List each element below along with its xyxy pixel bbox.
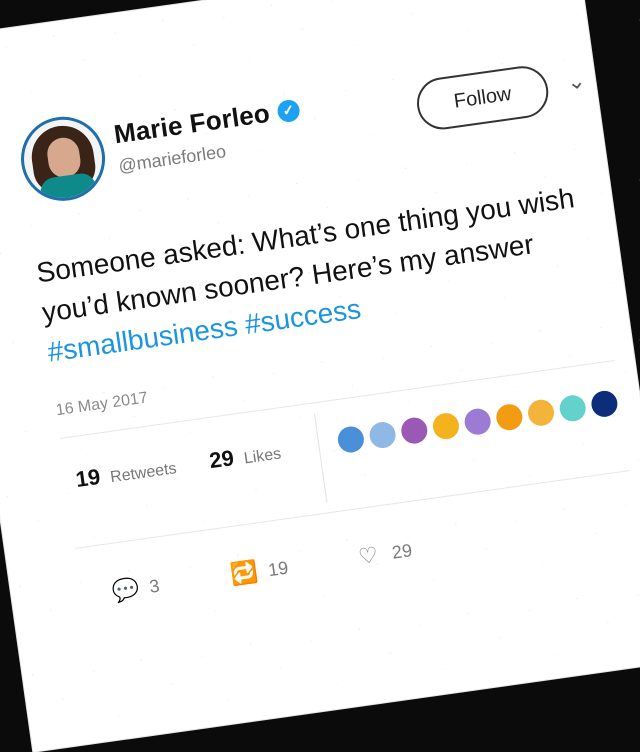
retweet-count: 19: [266, 557, 290, 580]
retweets-stat[interactable]: 19 Retweets: [74, 453, 178, 493]
tweet-card: Marie Forleo ✓ @marieforleo Follow ⌄ Som…: [0, 0, 640, 752]
likes-label: Likes: [242, 445, 283, 468]
liker-avatar-2[interactable]: [367, 420, 398, 450]
retweet-action[interactable]: 🔁 19: [229, 554, 290, 590]
liker-avatar-8[interactable]: [558, 393, 588, 423]
like-count: 29: [390, 539, 414, 563]
liker-avatar-7[interactable]: [526, 398, 556, 428]
liker-avatar-5[interactable]: [462, 406, 493, 437]
liker-avatar-1[interactable]: [336, 424, 366, 455]
likers-avatars[interactable]: [336, 389, 620, 455]
retweet-icon[interactable]: 🔁: [229, 558, 261, 590]
liker-avatar-4[interactable]: [431, 411, 461, 441]
reply-action[interactable]: 💬 3: [110, 572, 161, 606]
like-action[interactable]: ♡ 29: [353, 536, 414, 572]
verified-check-icon: ✓: [276, 98, 301, 123]
user-identity: Marie Forleo ✓ @marieforleo: [112, 94, 305, 177]
hashtag-success[interactable]: #success: [243, 293, 363, 340]
stats-separator: [313, 413, 328, 503]
follow-button[interactable]: Follow: [413, 62, 552, 133]
chevron-down-icon[interactable]: ⌄: [562, 67, 591, 96]
retweets-label: Retweets: [109, 460, 178, 487]
liker-avatar-3[interactable]: [399, 415, 429, 446]
liker-avatar-9[interactable]: [589, 389, 620, 419]
tweet-content: Marie Forleo ✓ @marieforleo Follow ⌄ Som…: [15, 45, 640, 638]
reply-count: 3: [148, 575, 161, 597]
likes-count: 29: [207, 445, 236, 474]
retweets-count: 19: [74, 463, 102, 493]
avatar[interactable]: [15, 111, 111, 207]
reply-icon[interactable]: 💬: [110, 574, 142, 606]
heart-icon[interactable]: ♡: [353, 540, 385, 572]
likes-stat[interactable]: 29 Likes: [208, 438, 283, 474]
liker-avatar-6[interactable]: [494, 402, 525, 432]
